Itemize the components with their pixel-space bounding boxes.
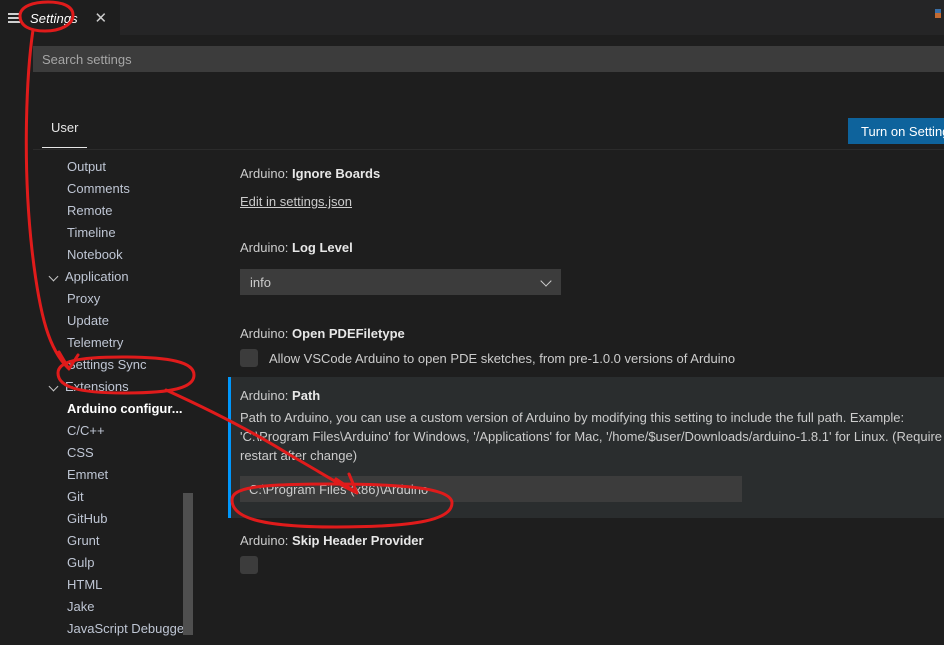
toc-item-telemetry[interactable]: Telemetry [33,331,195,353]
toc-item-label: HTML [67,576,103,592]
setting-description-path-line3: restart after change) [240,448,358,463]
setting-prefix: Arduino: [240,166,293,181]
toc-item-label: Extensions [65,378,129,394]
toc-item-emmet[interactable]: Emmet [33,463,195,485]
toc-item-c-c[interactable]: C/C++ [33,419,195,441]
path-input[interactable] [240,476,742,502]
skip-header-provider-checkbox-line [240,556,944,574]
toc-scrollbar[interactable] [183,493,193,635]
setting-description-path-line1: Path to Arduino, you can use a custom ve… [240,410,905,425]
toc-item-label: GitHub [67,510,108,526]
tab-settings[interactable]: Settings ✕ [0,0,120,35]
toc-item-remote[interactable]: Remote [33,199,195,221]
toc-item-application[interactable]: Application [33,265,195,287]
open-pde-filetype-checkbox[interactable] [240,349,258,367]
setting-prefix: Arduino: [240,388,293,403]
chevron-down-icon[interactable] [47,378,63,394]
tab-bar-empty-space [120,0,944,35]
tab-user[interactable]: User [42,117,88,148]
toc-item-github[interactable]: GitHub [33,507,195,529]
toc-item-label: Jake [67,598,95,614]
skip-header-provider-checkbox[interactable] [240,556,258,574]
toc-item-label: C/C++ [67,422,105,438]
toc-item-label: Grunt [67,532,100,548]
setting-prefix: Arduino: [240,326,293,341]
editor-actions-indicator-icon [935,9,941,18]
settings-editor: User Turn on Settings Sync Output Comment… [0,35,944,645]
log-level-select[interactable]: info [240,269,561,295]
setting-prefix: Arduino: [240,533,293,548]
toc-item-label: Comments [67,180,130,196]
toc-item-css[interactable]: CSS [33,441,195,463]
turn-on-settings-sync-button[interactable]: Turn on Settings Sync [848,118,944,144]
toc-item-label: Gulp [67,554,95,570]
setting-name: Log Level [292,240,353,255]
setting-row-log-level[interactable]: Arduino: Log Level info [228,217,944,301]
setting-name: Skip Header Provider [292,533,424,548]
toc-item-label: Arduino configur... [67,400,183,416]
setting-title-log-level: Arduino: Log Level [240,239,944,257]
toc-item-label: Timeline [67,224,116,240]
hamburger-icon [8,10,24,26]
toc-item-git[interactable]: Git [33,485,195,507]
toc-item-gulp[interactable]: Gulp [33,551,195,573]
toc-item-label: Proxy [67,290,101,306]
toc-item-label: CSS [67,444,94,460]
setting-title-ignore-boards: Arduino: Ignore Boards [240,165,944,183]
setting-title-open-pde-filetype: Arduino: Open PDEFiletype [240,325,944,343]
editor-tab-bar: Settings ✕ [0,0,944,35]
setting-row-path[interactable]: Arduino: Path Path to Arduino, you can u… [228,377,944,518]
toc-item-notebook[interactable]: Notebook [33,243,195,265]
toc-item-jake[interactable]: Jake [33,595,195,617]
log-level-value: info [250,274,271,290]
edit-in-settings-json-link[interactable]: Edit in settings.json [240,194,352,209]
toc-item-arduino-configur[interactable]: Arduino configur... [33,397,195,419]
toc-item-output[interactable]: Output [33,155,195,177]
toc-item-label: Remote [67,202,113,218]
toc-item-javascript-debugger[interactable]: JavaScript Debugger [33,617,195,639]
settings-toc[interactable]: Output Comments Remote Timeline Notebook Appl… [33,155,195,645]
toc-item-label: JavaScript Debugger [67,620,189,636]
setting-name: Path [292,388,321,403]
tab-settings-label: Settings [30,10,78,26]
toc-item-html[interactable]: HTML [33,573,195,595]
setting-row-skip-header-provider[interactable]: Arduino: Skip Header Provider [228,518,944,586]
tab-user-label: User [51,120,79,135]
setting-title-skip-header-provider: Arduino: Skip Header Provider [240,532,944,550]
search-input[interactable] [33,46,944,72]
toc-item-grunt[interactable]: Grunt [33,529,195,551]
settings-scope-tabs: User Turn on Settings Sync [33,117,944,150]
chevron-down-icon [541,276,553,288]
toc-item-label: Git [67,488,84,504]
toc-item-proxy[interactable]: Proxy [33,287,195,309]
toc-item-settings-sync[interactable]: Settings Sync [33,353,195,375]
settings-left-gutter [0,35,33,610]
toc-item-label: Notebook [67,246,123,262]
setting-row-open-pde-filetype[interactable]: Arduino: Open PDEFiletype Allow VSCode A… [228,301,944,377]
toc-item-update[interactable]: Update [33,309,195,331]
open-pde-filetype-checkbox-label: Allow VSCode Arduino to open PDE sketche… [269,350,736,366]
setting-title-path: Arduino: Path [240,387,944,405]
toc-item-timeline[interactable]: Timeline [33,221,195,243]
settings-list: Arduino: Ignore Boards Edit in settings.… [228,155,944,645]
close-icon[interactable]: ✕ [92,9,110,27]
toc-item-extensions[interactable]: Extensions [33,375,195,397]
setting-prefix: Arduino: [240,240,293,255]
open-pde-filetype-checkbox-line: Allow VSCode Arduino to open PDE sketche… [240,349,944,367]
toc-item-label: Telemetry [67,334,124,350]
toc-item-label: Application [65,268,129,284]
toc-item-label: Update [67,312,109,328]
toc-item-label: Settings Sync [67,356,147,372]
chevron-down-icon[interactable] [47,268,63,284]
setting-row-ignore-boards[interactable]: Arduino: Ignore Boards Edit in settings.… [228,155,944,217]
search-row [33,46,944,72]
toc-item-comments[interactable]: Comments [33,177,195,199]
setting-description-path-line2: 'C:\Program Files\Arduino' for Windows, … [240,429,943,444]
setting-name: Ignore Boards [292,166,381,181]
toc-item-label: Emmet [67,466,109,482]
setting-name: Open PDEFiletype [292,326,405,341]
toc-item-label: Output [67,158,107,174]
